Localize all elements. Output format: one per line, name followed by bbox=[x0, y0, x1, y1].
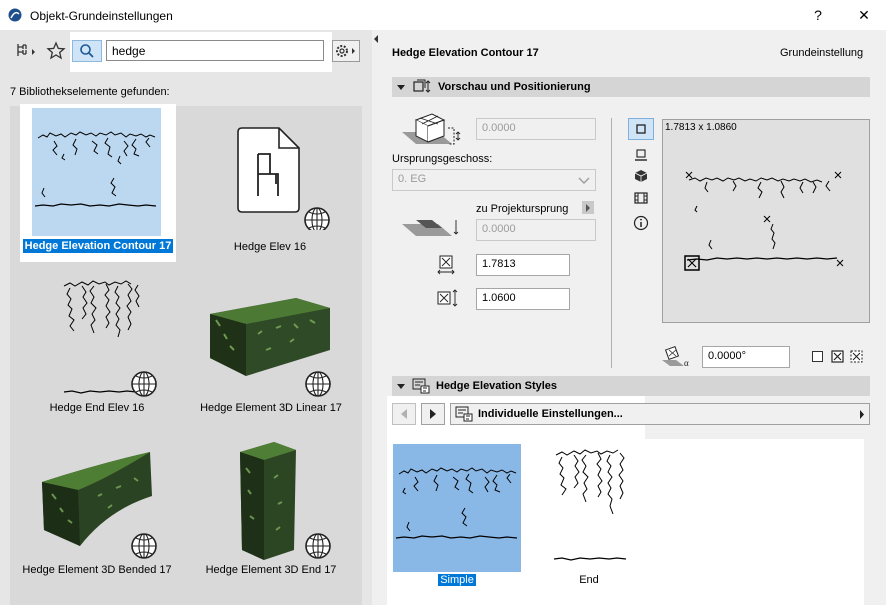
library-tree-icon bbox=[17, 44, 35, 56]
elevation-offset-icon bbox=[402, 113, 461, 145]
elevation-offset-field[interactable]: 0.0000 bbox=[476, 118, 596, 140]
library-item-label: Hedge Elevation Contour 17 bbox=[22, 239, 174, 253]
style-option-label: End bbox=[579, 574, 599, 586]
width-icon bbox=[437, 255, 455, 275]
section-title: Hedge Elevation Styles bbox=[436, 380, 558, 392]
section-view-icon bbox=[635, 149, 647, 161]
preview-film-button[interactable] bbox=[628, 187, 654, 209]
globe-icon bbox=[305, 533, 331, 559]
project-origin-offset-icon bbox=[402, 220, 459, 236]
arrow-left-icon bbox=[401, 409, 407, 419]
settings-menu-button[interactable] bbox=[332, 40, 360, 62]
style-option-simple[interactable]: Simple bbox=[392, 443, 522, 591]
library-item-hedge-element-3d-end-17[interactable]: Hedge Element 3D End 17 bbox=[186, 432, 356, 582]
height-field[interactable]: 1.0600 bbox=[476, 288, 570, 310]
project-origin-offset-field[interactable]: 0.0000 bbox=[476, 219, 596, 241]
collapse-triangle-icon bbox=[397, 384, 405, 389]
preview-canvas[interactable]: 1.7813 x 1.0860 bbox=[662, 119, 870, 323]
mirror-x-icon[interactable] bbox=[830, 349, 846, 364]
collapse-triangle-icon bbox=[397, 85, 405, 90]
window-title: Objekt-Grundeinstellungen bbox=[30, 9, 173, 23]
library-item-label: Hedge End Elev 16 bbox=[49, 402, 145, 414]
title-bar: Objekt-Grundeinstellungen ? ✕ bbox=[0, 0, 886, 30]
svg-text:α: α bbox=[684, 358, 689, 368]
section-title: Vorschau und Positionierung bbox=[438, 81, 591, 93]
preview-drawing bbox=[684, 171, 844, 271]
hedge-3d-end-thumbnail bbox=[240, 442, 296, 560]
preview-section-view-button[interactable] bbox=[628, 144, 654, 166]
preview-info-button[interactable] bbox=[628, 212, 654, 234]
file-chair-icon bbox=[237, 127, 330, 230]
preview-plan-view-button[interactable] bbox=[628, 118, 654, 140]
search-input[interactable] bbox=[106, 40, 324, 61]
star-icon bbox=[46, 41, 66, 60]
object-name: Hedge Elevation Contour 17 bbox=[392, 47, 539, 59]
library-item-hedge-element-3d-bended-17[interactable]: Hedge Element 3D Bended 17 bbox=[12, 432, 182, 582]
mirror-none-button[interactable] bbox=[812, 351, 823, 362]
rotation-angle-icon: α bbox=[662, 345, 689, 368]
gear-icon bbox=[336, 45, 355, 57]
preview-3d-view-button[interactable] bbox=[628, 165, 654, 187]
search-button[interactable] bbox=[72, 40, 102, 62]
chevron-right-icon bbox=[860, 410, 864, 419]
styles-section-header[interactable]: Hedge Elevation Styles bbox=[392, 376, 870, 396]
mirror-dashed-icon[interactable] bbox=[849, 349, 865, 364]
library-tree-button[interactable] bbox=[14, 40, 40, 62]
film-icon bbox=[634, 192, 648, 204]
globe-icon bbox=[131, 371, 157, 397]
search-icon bbox=[80, 44, 94, 58]
style-dropdown[interactable]: Individuelle Einstellungen... bbox=[450, 403, 870, 425]
width-field[interactable]: 1.7813 bbox=[476, 254, 570, 276]
pane-splitter[interactable] bbox=[372, 30, 382, 605]
project-origin-menu-button[interactable] bbox=[582, 201, 594, 214]
library-item-hedge-end-elev-16[interactable]: Hedge End Elev 16 bbox=[12, 270, 182, 420]
close-button[interactable]: ✕ bbox=[842, 0, 886, 30]
archicad-logo-icon bbox=[8, 8, 22, 22]
library-item-hedge-element-3d-linear-17[interactable]: Hedge Element 3D Linear 17 bbox=[186, 270, 356, 420]
previous-style-button[interactable] bbox=[392, 403, 416, 425]
chevron-right-icon bbox=[586, 203, 590, 212]
next-style-button[interactable] bbox=[421, 403, 445, 425]
chevron-down-icon bbox=[578, 177, 590, 184]
style-navigation-bar: Individuelle Einstellungen... bbox=[392, 401, 870, 427]
cube-icon bbox=[634, 170, 648, 182]
divider bbox=[611, 118, 612, 368]
custom-settings-icon bbox=[455, 406, 473, 422]
hedge-elevation-thumbnail bbox=[32, 108, 161, 236]
collapse-arrow-icon[interactable] bbox=[372, 34, 380, 44]
height-icon bbox=[437, 289, 458, 307]
preview-section-header[interactable]: Vorschau und Positionierung bbox=[392, 77, 870, 97]
story-label: Ursprungsgeschoss: bbox=[392, 153, 493, 165]
library-item-label: Hedge Element 3D Linear 17 bbox=[200, 402, 342, 414]
project-origin-label: zu Projektursprung bbox=[476, 203, 569, 215]
style-simple-thumbnail bbox=[393, 444, 521, 572]
help-button[interactable]: ? bbox=[796, 0, 840, 30]
globe-icon bbox=[305, 371, 331, 397]
story-select[interactable]: 0. EG bbox=[392, 169, 596, 191]
rotation-angle-field[interactable]: 0.0000° bbox=[702, 346, 790, 368]
style-simple-drawing bbox=[395, 467, 518, 539]
hedge-elevation-drawing bbox=[34, 131, 157, 207]
preview-position-icon bbox=[413, 79, 431, 93]
arrow-right-icon bbox=[430, 409, 436, 419]
plan-view-icon bbox=[636, 124, 646, 134]
custom-settings-icon bbox=[412, 378, 430, 394]
style-option-label: Simple bbox=[438, 574, 476, 586]
library-item-hedge-elev-16[interactable]: Hedge Elev 16 bbox=[185, 104, 355, 262]
info-icon bbox=[633, 215, 649, 231]
style-end-drawing bbox=[553, 449, 627, 561]
style-dropdown-label: Individuelle Einstellungen... bbox=[478, 408, 623, 420]
story-select-value: 0. EG bbox=[398, 173, 427, 185]
favorites-button[interactable] bbox=[44, 40, 68, 62]
default-settings-label: Grundeinstellung bbox=[780, 47, 864, 59]
library-item-label: Hedge Element 3D Bended 17 bbox=[22, 564, 172, 576]
library-item-hedge-elevation-contour-17[interactable]: Hedge Elevation Contour 17 bbox=[20, 104, 176, 262]
library-item-label: Hedge Elev 16 bbox=[233, 241, 307, 253]
globe-icon bbox=[131, 533, 157, 559]
style-option-end[interactable]: End bbox=[524, 443, 654, 591]
library-item-label: Hedge Element 3D End 17 bbox=[205, 564, 337, 576]
results-count-label: 7 Bibliothekselemente gefunden: bbox=[10, 86, 170, 98]
